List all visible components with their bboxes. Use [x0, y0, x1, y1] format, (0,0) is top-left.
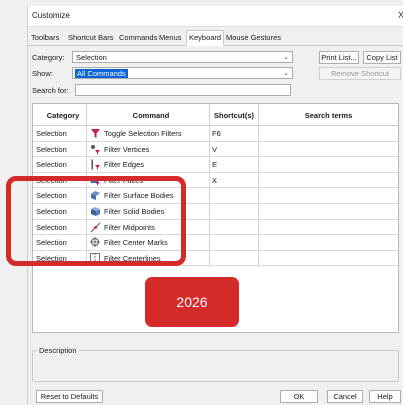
row-shortcut[interactable]: V [212, 145, 217, 154]
search-label: Search for: [32, 86, 69, 95]
column-header-search-terms[interactable]: Search terms [259, 111, 398, 120]
show-dropdown[interactable]: All Commands ⌄ [72, 67, 293, 79]
chevron-down-icon: ⌄ [283, 54, 289, 61]
print-list-button[interactable]: Print List... [319, 51, 359, 64]
year-badge: 2026 [145, 277, 239, 327]
tab-menus[interactable]: Menus [159, 33, 182, 42]
row-category: Selection [36, 129, 67, 138]
table-row[interactable]: Selection Filter Vertices V [33, 142, 398, 158]
row-command: Toggle Selection Filters [104, 129, 182, 138]
filter-vertices-icon [90, 144, 101, 155]
tab-keyboard[interactable]: Keyboard [186, 30, 225, 46]
remove-shortcut-button[interactable]: Remove Shortcut [319, 67, 401, 80]
help-button[interactable]: Help [369, 390, 401, 403]
highlight-annotation [6, 176, 186, 266]
table-header: Category Command Shortcut(s) Search term… [33, 104, 398, 126]
column-header-category[interactable]: Category [33, 111, 93, 120]
row-category: Selection [36, 160, 67, 170]
column-header-shortcuts[interactable]: Shortcut(s) [209, 111, 259, 120]
filter-edges-icon [90, 159, 101, 170]
description-box: Description [32, 346, 399, 382]
tab-shortcut-bars[interactable]: Shortcut Bars [68, 33, 113, 42]
cancel-button[interactable]: Cancel [327, 390, 363, 403]
category-label: Category: [32, 53, 65, 62]
tab-toolbars[interactable]: Toolbars [31, 33, 59, 42]
category-value: Selection [76, 53, 107, 62]
funnel-icon [90, 128, 101, 139]
reset-to-defaults-button[interactable]: Reset to Defaults [36, 390, 103, 403]
ok-button[interactable]: OK [280, 390, 318, 403]
chevron-down-icon: ⌄ [283, 70, 289, 77]
table-row[interactable]: Selection Toggle Selection Filters F6 [33, 126, 398, 142]
tab-mouse-gestures[interactable]: Mouse Gestures [226, 33, 281, 42]
table-row[interactable]: Selection Filter Edges E [33, 157, 398, 173]
row-shortcut[interactable]: E [212, 160, 217, 169]
column-header-command[interactable]: Command [93, 111, 209, 120]
description-label: Description [37, 346, 79, 355]
tab-strip: Toolbars Shortcut Bars Commands Menus Ke… [28, 30, 403, 46]
search-input[interactable] [75, 84, 291, 96]
close-icon[interactable]: X [398, 10, 403, 20]
row-command: Filter Vertices [104, 144, 150, 154]
row-shortcut[interactable]: X [212, 176, 217, 185]
show-label: Show: [32, 69, 53, 78]
category-dropdown[interactable]: Selection ⌄ [72, 51, 293, 63]
row-shortcut[interactable]: F6 [212, 129, 221, 138]
copy-list-button[interactable]: Copy List [363, 51, 401, 64]
show-value: All Commands [75, 69, 128, 78]
tab-commands[interactable]: Commands [119, 33, 157, 42]
row-category: Selection [36, 144, 67, 154]
row-command: Filter Edges [104, 160, 145, 170]
window-title: Customize [32, 11, 70, 20]
title-bar: Customize X [28, 6, 403, 27]
